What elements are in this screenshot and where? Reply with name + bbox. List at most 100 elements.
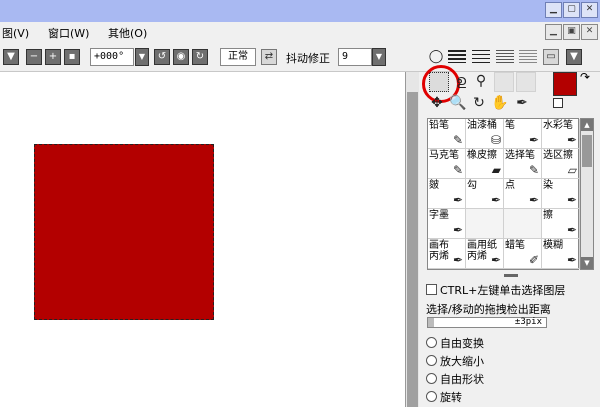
select-pen-icon: ✎ <box>528 163 539 177</box>
thin-lines-icon[interactable] <box>496 50 514 63</box>
paint-bucket-icon: ⛁ <box>490 133 501 147</box>
brush-slot[interactable]: 字墨 ✒ <box>428 209 466 239</box>
brush-slot[interactable]: 选区擦 ▱ <box>542 149 580 179</box>
close-icon[interactable]: ✕ <box>581 24 598 40</box>
brush-icon: ✒ <box>566 193 577 207</box>
brush-slot[interactable] <box>466 209 504 239</box>
brush-slot[interactable]: 选择笔 ✎ <box>504 149 542 179</box>
brush-label: 笔 <box>505 120 515 131</box>
crayon-icon: ✐ <box>528 253 539 267</box>
brush-slot[interactable]: 蜡笔 ✐ <box>504 239 542 269</box>
ctrl-select-option[interactable]: CTRL+左键单击选择图层 <box>426 282 565 298</box>
swap-colors-icon[interactable]: ↷ <box>580 70 590 84</box>
menu-view[interactable]: 图(V) <box>2 25 29 41</box>
dashed-lines-icon[interactable] <box>472 50 490 63</box>
scrollbar-thumb[interactable] <box>582 135 592 167</box>
scrollbar-thumb[interactable] <box>407 92 418 407</box>
selection-rectangle-icon[interactable] <box>422 65 460 103</box>
panel-divider-grip[interactable] <box>504 274 518 277</box>
thick-lines-icon[interactable] <box>448 50 466 63</box>
brush-slot[interactable]: 橡皮擦 ▰ <box>466 149 504 179</box>
brush-icon: ✒ <box>452 253 463 267</box>
canvas-area[interactable] <box>0 72 405 407</box>
tool-slot[interactable] <box>494 72 514 92</box>
minimize-icon[interactable]: ▁ <box>545 2 562 18</box>
ctrl-select-checkbox[interactable] <box>426 284 437 295</box>
brush-slot[interactable]: 画布 丙烯 ✒ <box>428 239 466 269</box>
magic-wand-icon[interactable]: ⚲ <box>472 72 490 90</box>
brush-slot[interactable]: 染 ✒ <box>542 179 580 209</box>
canvas-vertical-scrollbar[interactable] <box>405 72 419 407</box>
zoom-out-button[interactable]: − <box>26 49 42 65</box>
flip-icon[interactable]: ⇄ <box>261 49 277 65</box>
brush-slot[interactable]: 点 ✒ <box>504 179 542 209</box>
brush-slot[interactable]: 勾 ✒ <box>466 179 504 209</box>
zoom-icon[interactable]: 🔍 <box>449 94 467 112</box>
angle-field[interactable]: +000° <box>90 48 134 66</box>
brush-icon: ✒ <box>566 223 577 237</box>
radio-free-form[interactable]: 自由形状 <box>426 371 484 387</box>
brush-label: 擦 <box>543 210 553 221</box>
selected-red-square[interactable] <box>34 144 214 320</box>
menu-window[interactable]: 窗口(W) <box>48 25 89 41</box>
brush-slot[interactable]: 铅笔 ✎ <box>428 119 466 149</box>
brush-slot[interactable]: 模糊 ✒ <box>542 239 580 269</box>
circle-brush-icon[interactable]: ◯ <box>427 48 445 66</box>
rotate-reset-button[interactable]: ◉ <box>173 49 189 65</box>
brush-label: 画布 丙烯 <box>429 240 449 262</box>
stabilizer-dropdown-icon[interactable]: ▼ <box>372 48 386 66</box>
stabilizer-select[interactable]: 9 <box>338 48 372 66</box>
zoom-in-button[interactable]: + <box>45 49 61 65</box>
rotate-left-button[interactable]: ↺ <box>154 49 170 65</box>
chevron-down-icon[interactable]: ▼ <box>566 49 582 65</box>
move-icon[interactable]: ✥ <box>428 94 446 112</box>
reset-colors-icon[interactable] <box>553 98 563 108</box>
brush-slot[interactable]: 画用纸 丙烯 ✒ <box>466 239 504 269</box>
maximize-icon[interactable]: ▢ <box>563 2 580 18</box>
brush-slot[interactable]: 皴 ✒ <box>428 179 466 209</box>
brush-grid-scrollbar[interactable]: ▲ ▼ <box>580 118 594 270</box>
rotate-right-button[interactable]: ↻ <box>192 49 208 65</box>
scroll-up-icon[interactable]: ▲ <box>581 119 593 131</box>
angle-dropdown-icon[interactable]: ▼ <box>135 48 149 66</box>
hand-icon[interactable]: ✋ <box>491 94 509 112</box>
drag-distance-slider[interactable]: ±3pix <box>427 317 547 328</box>
lasso-icon[interactable]: ഉ <box>452 72 470 90</box>
minimize-icon[interactable]: ▁ <box>545 24 562 40</box>
brush-icon: ✒ <box>452 223 463 237</box>
brush-label: 马克笔 <box>429 150 459 161</box>
rotate-icon[interactable]: ↻ <box>470 94 488 112</box>
brush-icon: ✒ <box>490 253 501 267</box>
brush-slot[interactable]: 油漆桶 ⛁ <box>466 119 504 149</box>
brush-slot[interactable]: 笔 ✒ <box>504 119 542 149</box>
brush-slot[interactable]: 水彩笔 ✒ <box>542 119 580 149</box>
brush-slot[interactable]: 马克笔 ✎ <box>428 149 466 179</box>
main-color-swatch[interactable] <box>553 72 577 96</box>
stabilizer-label: 抖动修正 <box>286 52 330 65</box>
eyedropper-icon[interactable]: ✒ <box>513 94 531 112</box>
brush-label: 选区擦 <box>543 150 573 161</box>
brush-label: 选择笔 <box>505 150 535 161</box>
scroll-down-icon[interactable]: ▼ <box>581 257 593 269</box>
radio-rotate[interactable]: 旋转 <box>426 389 462 405</box>
zoom-reset-button[interactable]: ▪ <box>64 49 80 65</box>
eraser-icon: ▰ <box>491 163 501 177</box>
menu-other[interactable]: 其他(O) <box>108 25 147 41</box>
hair-lines-icon[interactable] <box>519 50 537 63</box>
tool-slot[interactable] <box>516 72 536 92</box>
brush-label: 染 <box>543 180 553 191</box>
pencil-icon: ✎ <box>452 133 463 147</box>
radio-scale[interactable]: 放大缩小 <box>426 353 484 369</box>
close-icon[interactable]: ✕ <box>581 2 598 18</box>
radio-free-transform[interactable]: 自由变换 <box>426 335 484 351</box>
layer-panel-icon[interactable]: ▭ <box>543 49 559 65</box>
brush-slot[interactable]: 擦 ✒ <box>542 209 580 239</box>
drag-distance-value: ±3pix <box>514 317 542 327</box>
blend-mode-select[interactable]: 正常 <box>220 48 256 66</box>
brush-slot[interactable] <box>504 209 542 239</box>
marker-icon: ✎ <box>452 163 463 177</box>
brush-label: 勾 <box>467 180 477 191</box>
brush-label: 蜡笔 <box>505 240 525 251</box>
restore-icon[interactable]: ▣ <box>563 24 580 40</box>
chevron-down-icon[interactable]: ▼ <box>3 49 19 65</box>
